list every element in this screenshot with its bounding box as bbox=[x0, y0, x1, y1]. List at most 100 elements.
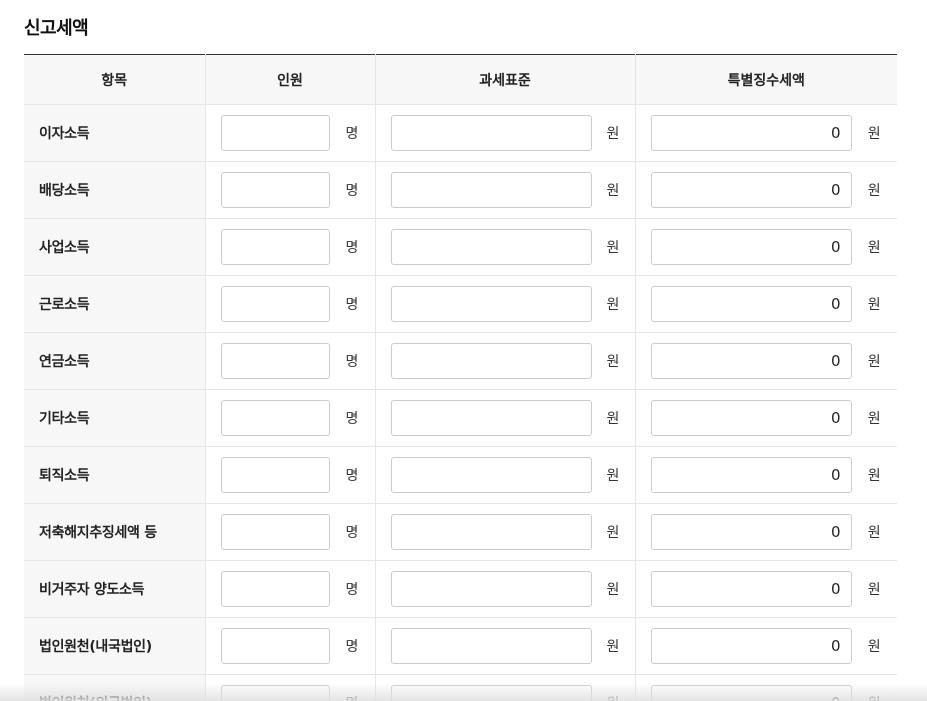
row-label: 사업소득 bbox=[24, 218, 205, 276]
table-row: 연금소득 명 원 원 bbox=[24, 332, 897, 390]
header-item: 항목 bbox=[24, 54, 205, 105]
unit-won-label: 원 bbox=[606, 639, 620, 655]
unit-person-label: 명 bbox=[330, 693, 375, 701]
unit-person-label: 명 bbox=[345, 183, 359, 199]
unit-won-label: 원 bbox=[606, 582, 620, 598]
tax-base-input[interactable] bbox=[390, 457, 592, 493]
unit-person-label: 명 bbox=[345, 240, 359, 256]
unit-person-label: 명 bbox=[345, 411, 359, 427]
tax-amount-input[interactable] bbox=[650, 172, 852, 208]
count-input[interactable] bbox=[220, 514, 330, 550]
tax-amount-input[interactable] bbox=[650, 457, 852, 493]
unit-won-label: 원 bbox=[606, 354, 620, 370]
unit-won-label: 원 bbox=[606, 468, 620, 484]
count-input[interactable] bbox=[220, 400, 330, 436]
tax-base-cell: 원 bbox=[374, 389, 635, 447]
table-body: 이자소득명원원배당소득명원원사업소득명원원근로소득명원원연금소득명원원기타소득명… bbox=[24, 104, 898, 701]
unit-won-label: 원 bbox=[606, 240, 620, 256]
unit-person-label: 명 bbox=[345, 525, 359, 541]
tax-report-table: 항목 인원 과세표준 특별징수세액 이자소득명원원배당소득명원원사업소득명원원근… bbox=[24, 54, 897, 701]
count-cell: 명 bbox=[204, 674, 375, 701]
tax-base-input[interactable] bbox=[390, 400, 592, 436]
row-label: 저축해지추징세액 등 bbox=[24, 503, 205, 561]
count-input[interactable] bbox=[220, 286, 330, 322]
count-input[interactable] bbox=[220, 628, 330, 664]
tax-amount-input[interactable] bbox=[650, 400, 852, 436]
count-cell: 명 bbox=[204, 332, 375, 390]
count-cell: 명 bbox=[204, 218, 375, 276]
row-label: 기타소득 bbox=[24, 389, 205, 447]
tax-base-input[interactable] bbox=[390, 685, 592, 701]
table-header-row: 항목 인원 과세표준 특별징수세액 bbox=[24, 54, 897, 105]
tax-base-input[interactable] bbox=[390, 115, 592, 151]
count-input[interactable] bbox=[220, 115, 330, 151]
unit-won-label: 원 bbox=[867, 183, 881, 199]
table-row: 저축해지추징세액 등 명 원 원 bbox=[24, 503, 897, 561]
unit-person-label: 명 bbox=[345, 639, 359, 655]
unit-won-label: 원 bbox=[606, 126, 620, 142]
tax-amount-input[interactable] bbox=[650, 628, 852, 664]
tax-base-cell: 원 bbox=[374, 674, 635, 701]
tax-amount-input[interactable] bbox=[650, 514, 852, 550]
unit-person-label: 명 bbox=[345, 297, 359, 313]
tax-amount-cell: 원 bbox=[634, 218, 897, 276]
tax-base-input[interactable] bbox=[390, 628, 592, 664]
tax-base-input[interactable] bbox=[390, 172, 592, 208]
tax-base-input[interactable] bbox=[390, 286, 592, 322]
table-row: 이자소득 명 원 원 bbox=[24, 104, 897, 162]
header-special-withholding-tax: 특별징수세액 bbox=[634, 54, 897, 105]
row-label: 법인원천(내국법인) bbox=[24, 617, 205, 675]
tax-amount-input[interactable] bbox=[650, 286, 852, 322]
tax-base-cell: 원 bbox=[374, 560, 635, 618]
row-label: 법인원천(외국법인) bbox=[24, 674, 205, 701]
unit-person-label: 명 bbox=[345, 468, 359, 484]
tax-amount-input[interactable] bbox=[650, 685, 852, 701]
tax-amount-cell: 원 bbox=[634, 446, 897, 504]
tax-amount-input[interactable] bbox=[650, 571, 852, 607]
table-row: 사업소득 명 원 원 bbox=[24, 218, 897, 276]
tax-amount-input[interactable] bbox=[650, 343, 852, 379]
tax-base-input[interactable] bbox=[390, 514, 592, 550]
tax-base-cell: 원 bbox=[374, 161, 635, 219]
unit-person-label: 명 bbox=[345, 126, 359, 142]
count-input[interactable] bbox=[220, 571, 330, 607]
count-cell: 명 bbox=[204, 503, 375, 561]
tax-amount-cell: 원 bbox=[634, 332, 897, 390]
row-label: 연금소득 bbox=[24, 332, 205, 390]
unit-won-label: 원 bbox=[606, 183, 620, 199]
row-label: 퇴직소득 bbox=[24, 446, 205, 504]
count-cell: 명 bbox=[204, 560, 375, 618]
count-input[interactable] bbox=[220, 172, 330, 208]
count-cell: 명 bbox=[204, 446, 375, 504]
tax-amount-input[interactable] bbox=[650, 115, 852, 151]
table-row: 법인원천(외국법인) 명 원 원 bbox=[24, 674, 898, 701]
tax-amount-cell: 원 bbox=[634, 674, 898, 701]
row-label: 비거주자 양도소득 bbox=[24, 560, 205, 618]
tax-amount-cell: 원 bbox=[634, 104, 897, 162]
row-label: 근로소득 bbox=[24, 275, 205, 333]
count-input[interactable] bbox=[220, 229, 330, 265]
unit-won-label: 원 bbox=[852, 693, 898, 701]
unit-won-label: 원 bbox=[867, 354, 881, 370]
count-cell: 명 bbox=[204, 389, 375, 447]
count-input[interactable] bbox=[220, 343, 330, 379]
unit-won-label: 원 bbox=[867, 411, 881, 427]
tax-base-cell: 원 bbox=[374, 446, 635, 504]
table-row: 법인원천(내국법인) 명 원 원 bbox=[24, 617, 897, 675]
tax-base-input[interactable] bbox=[390, 571, 592, 607]
unit-won-label: 원 bbox=[867, 240, 881, 256]
unit-won-label: 원 bbox=[867, 525, 881, 541]
tax-base-cell: 원 bbox=[374, 218, 635, 276]
unit-won-label: 원 bbox=[592, 693, 635, 701]
header-tax-base: 과세표준 bbox=[374, 54, 635, 105]
tax-base-cell: 원 bbox=[374, 275, 635, 333]
tax-amount-cell: 원 bbox=[634, 389, 897, 447]
tax-amount-input[interactable] bbox=[650, 229, 852, 265]
row-label: 배당소득 bbox=[24, 161, 205, 219]
tax-base-input[interactable] bbox=[390, 343, 592, 379]
count-input[interactable] bbox=[220, 685, 330, 701]
table-row: 비거주자 양도소득 명 원 원 bbox=[24, 560, 897, 618]
tax-base-input[interactable] bbox=[390, 229, 592, 265]
tax-base-cell: 원 bbox=[374, 503, 635, 561]
count-input[interactable] bbox=[220, 457, 330, 493]
